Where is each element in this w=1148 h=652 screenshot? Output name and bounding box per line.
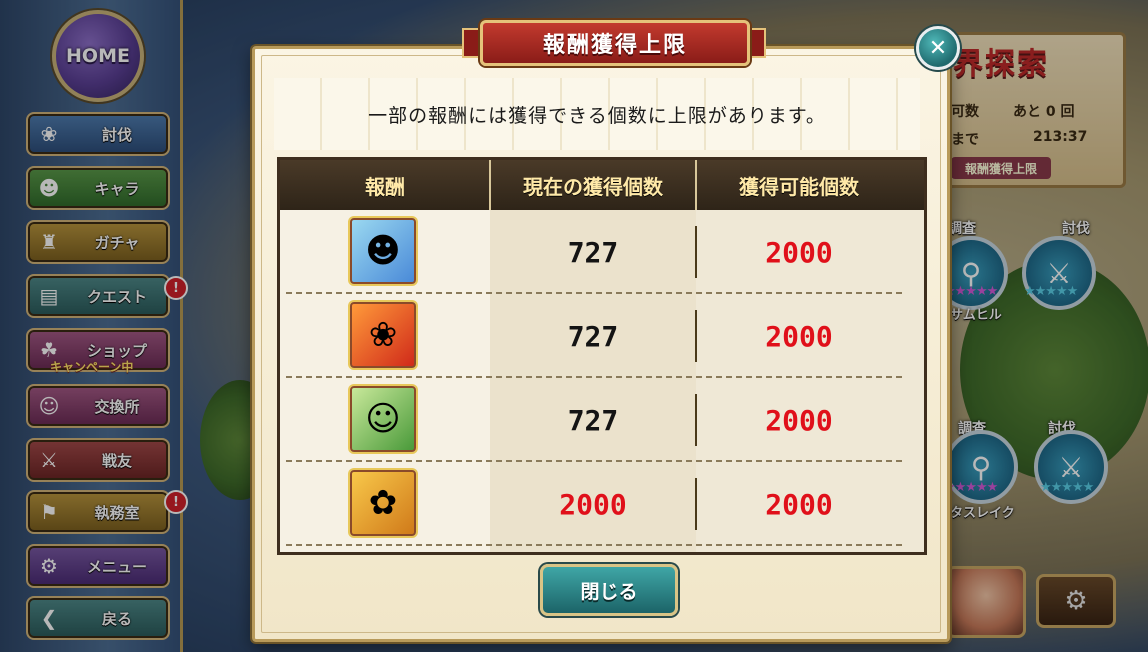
ribbon-body: 報酬獲得上限 <box>480 20 750 66</box>
flame-lion-character-card-icon: ❀ <box>350 302 416 368</box>
green-hooded-character-card-icon: ☺ <box>350 386 416 452</box>
reward-limit-table: 報酬 現在の獲得個数 獲得可能個数 ☻ 727 2000 ❀ 727 2000 … <box>277 157 927 555</box>
close-button[interactable]: 閉じる <box>540 564 678 616</box>
table-row: ☺ 727 2000 <box>280 378 924 462</box>
current-count: 2000 <box>559 487 627 521</box>
table-row: ❀ 727 2000 <box>280 294 924 378</box>
current-count: 727 <box>567 319 619 353</box>
dialog-title-ribbon: 報酬獲得上限 <box>462 14 766 66</box>
dialog-title: 報酬獲得上限 <box>542 33 687 58</box>
notice-text: 一部の報酬には獲得できる個数に上限があります。 <box>368 104 826 127</box>
max-count: 2000 <box>765 235 833 269</box>
current-count: 727 <box>567 235 619 269</box>
table-row: ✿ 2000 2000 <box>280 462 924 546</box>
close-button-label: 閉じる <box>580 580 638 603</box>
max-count: 2000 <box>765 403 833 437</box>
pink-fish-item-icon: ✿ <box>350 470 416 536</box>
close-icon: ✕ <box>928 35 948 61</box>
column-header-reward: 報酬 <box>365 174 405 199</box>
column-header-max: 獲得可能個数 <box>739 174 859 199</box>
row-divider <box>286 544 902 546</box>
table-header: 報酬 現在の獲得個数 獲得可能個数 <box>280 160 924 210</box>
max-count: 2000 <box>765 487 833 521</box>
current-count: 727 <box>567 403 619 437</box>
close-x-button[interactable]: ✕ <box>916 26 960 70</box>
column-header-current: 現在の獲得個数 <box>523 174 663 199</box>
max-count: 2000 <box>765 319 833 353</box>
blue-haired-character-card-icon: ☻ <box>350 218 416 284</box>
notice-box: 一部の報酬には獲得できる個数に上限があります。 <box>274 78 920 150</box>
table-row: ☻ 727 2000 <box>280 210 924 294</box>
